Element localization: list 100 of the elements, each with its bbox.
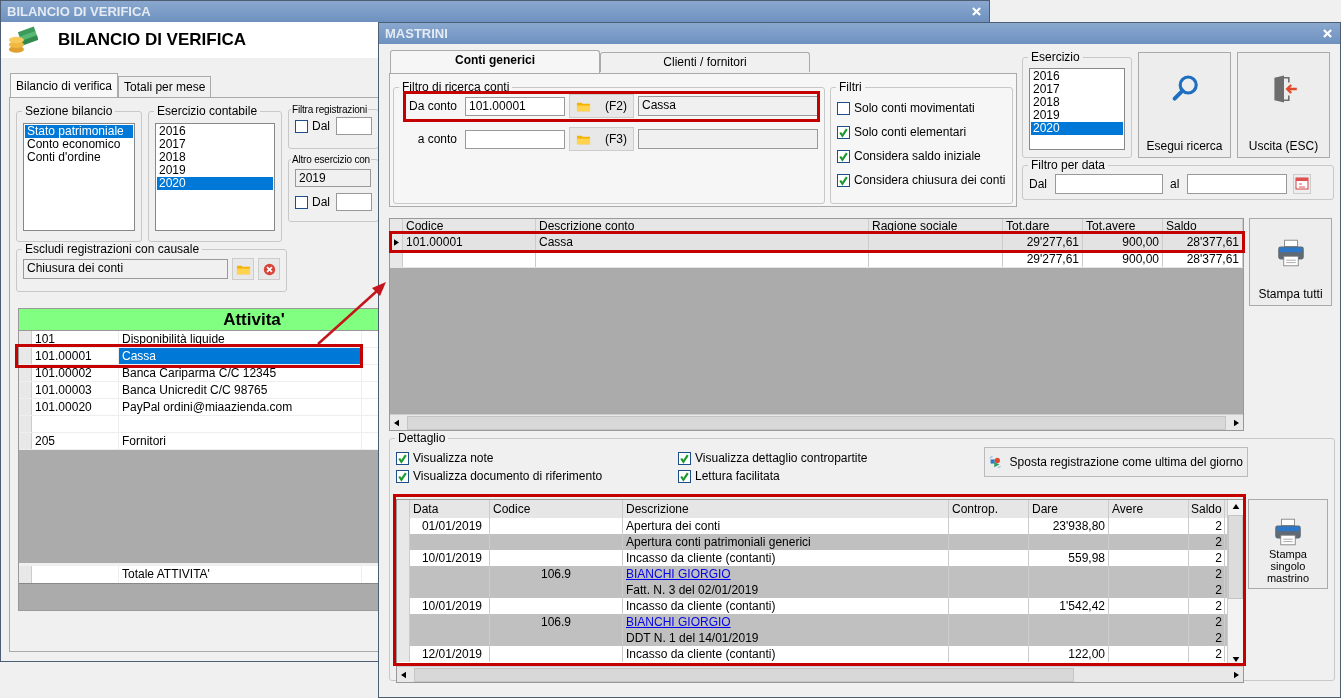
account-field[interactable]: 101.00001: [465, 96, 565, 116]
year-field[interactable]: 2019: [295, 169, 371, 187]
checkbox[interactable]: [396, 469, 409, 483]
row-pointer-icon: [393, 238, 399, 246]
field-label: al: [1170, 177, 1180, 191]
tab[interactable]: Bilancio di verifica: [10, 73, 119, 97]
table-cell[interactable]: Fornitori: [119, 433, 362, 449]
row-header: [397, 646, 410, 662]
scroll-right-icon[interactable]: [1234, 418, 1240, 427]
field-label: Dal: [1029, 177, 1048, 191]
close-icon[interactable]: [972, 7, 981, 16]
list-box[interactable]: 2016 2017 2018 2019 2020: [1029, 68, 1125, 150]
scrollbar-thumb[interactable]: [1228, 515, 1243, 599]
checkbox-label: Visualizza documento di riferimento: [413, 469, 603, 483]
description-field: Cassa: [638, 96, 818, 116]
calendar-button[interactable]: [1293, 174, 1312, 194]
customer-link[interactable]: BIANCHI GIORGIO: [626, 567, 731, 581]
table-cell[interactable]: Banca Unicredit C/C 98765: [119, 382, 362, 398]
field-label: Da conto: [409, 99, 457, 113]
table-cell: 28'377,61: [1163, 234, 1243, 250]
list-item[interactable]: 2016: [157, 125, 273, 138]
table-cell-text: Apertura dei conti: [626, 519, 721, 533]
list-box[interactable]: 2016 2017 2018 2019 2020: [155, 123, 275, 231]
list-item[interactable]: 2018: [1031, 96, 1123, 109]
list-item[interactable]: 2020: [1031, 122, 1123, 135]
column-header[interactable]: Tot.avere: [1083, 219, 1163, 233]
checkbox[interactable]: [396, 451, 409, 465]
scroll-down-icon[interactable]: [1231, 657, 1240, 662]
reason-field[interactable]: Chiusura dei conti: [23, 259, 228, 279]
date-field[interactable]: [336, 193, 372, 211]
scroll-up-icon[interactable]: [1231, 504, 1240, 509]
group-label: Esercizio: [1030, 50, 1081, 64]
tab[interactable]: Totali per mese: [118, 76, 212, 97]
close-icon[interactable]: [1323, 29, 1332, 38]
section-title: Attivita': [223, 309, 285, 330]
table-cell: 900,00: [1083, 251, 1163, 267]
move-entry-button[interactable]: Sposta registrazione come ultima del giorno: [984, 447, 1248, 477]
checkbox[interactable]: [837, 149, 850, 163]
column-header[interactable]: Codice: [403, 219, 536, 233]
checkbox[interactable]: [678, 451, 691, 465]
checkbox-label: Solo conti movimentati: [854, 101, 975, 115]
table-cell: 29'277,61: [1003, 234, 1083, 250]
date-field[interactable]: [1055, 174, 1163, 194]
clear-button[interactable]: [258, 258, 280, 280]
scrollbar-thumb[interactable]: [414, 667, 1074, 682]
list-item[interactable]: 2019: [1031, 109, 1123, 122]
checkbox[interactable]: [837, 125, 850, 139]
group-label: Filtri: [838, 80, 863, 94]
scroll-left-icon[interactable]: [401, 670, 406, 679]
group-label: Altro esercizio con: [291, 154, 371, 165]
tab[interactable]: Clienti / fornitori: [600, 52, 810, 72]
list-item[interactable]: 2018: [157, 151, 273, 164]
list-item[interactable]: Conto economico: [25, 138, 133, 151]
table-cell[interactable]: Banca Cariparma C/C 12345: [119, 365, 362, 381]
scroll-right-icon[interactable]: [1234, 670, 1239, 679]
column-header[interactable]: Ragione sociale: [869, 219, 1003, 233]
lookup-button[interactable]: (F3): [569, 127, 634, 151]
checkbox-label: Dal: [312, 195, 330, 209]
checkbox[interactable]: [678, 469, 691, 483]
date-field[interactable]: [336, 117, 372, 135]
window-title: BILANCIO DI VERIFICA: [7, 4, 151, 19]
table-cell[interactable]: Disponibilità liquide: [119, 331, 362, 347]
table-cell[interactable]: PayPal ordini@miaazienda.com: [119, 399, 362, 415]
table-cell: 101.00003: [32, 382, 119, 398]
list-item[interactable]: 2019: [157, 164, 273, 177]
checkbox[interactable]: [295, 119, 308, 133]
checkbox[interactable]: [837, 173, 850, 187]
table-cell[interactable]: Cassa: [119, 348, 362, 364]
list-item[interactable]: Stato patrimoniale: [25, 125, 133, 138]
page-heading: BILANCIO DI VERIFICA: [58, 30, 246, 50]
list-item[interactable]: Conti d'ordine: [25, 151, 133, 164]
lookup-button[interactable]: (F2): [569, 94, 634, 118]
horizontal-scrollbar[interactable]: [397, 666, 1243, 682]
list-item[interactable]: 2016: [1031, 70, 1123, 83]
print-button[interactable]: Stampa singolo mastrino: [1248, 499, 1328, 589]
list-box[interactable]: Stato patrimoniale Conto economico Conti d'ordine: [23, 123, 135, 231]
column-header[interactable]: Tot.dare: [1003, 219, 1083, 233]
checkbox[interactable]: [295, 195, 308, 209]
scroll-left-icon[interactable]: [394, 418, 399, 427]
account-field[interactable]: [465, 129, 565, 149]
exit-button[interactable]: Uscita (ESC): [1237, 52, 1330, 158]
list-item[interactable]: 2017: [1031, 83, 1123, 96]
printer-icon: [1272, 516, 1304, 548]
date-field[interactable]: [1187, 174, 1288, 194]
group-label: Escludi registrazioni con causale: [24, 242, 201, 256]
print-button[interactable]: Stampa tutti: [1249, 218, 1332, 306]
tab[interactable]: Conti generici: [390, 50, 600, 73]
table-cell-text: Incasso da cliente (contanti): [626, 551, 776, 565]
vertical-scrollbar[interactable]: [1227, 500, 1243, 666]
checkbox[interactable]: [837, 101, 850, 115]
group-label: Filtro per data: [1030, 158, 1107, 172]
customer-link[interactable]: BIANCHI GIORGIO: [626, 615, 731, 629]
column-header[interactable]: Saldo: [1163, 219, 1243, 233]
search-button[interactable]: Esegui ricerca: [1138, 52, 1231, 158]
table-cell: 205: [32, 433, 119, 449]
list-item[interactable]: 2020: [157, 177, 273, 190]
table-cell: Totale ATTIVITA': [119, 566, 362, 583]
column-header[interactable]: Descrizione conto: [536, 219, 869, 233]
list-item[interactable]: 2017: [157, 138, 273, 151]
table-cell-text: Incasso da cliente (contanti): [626, 647, 776, 661]
